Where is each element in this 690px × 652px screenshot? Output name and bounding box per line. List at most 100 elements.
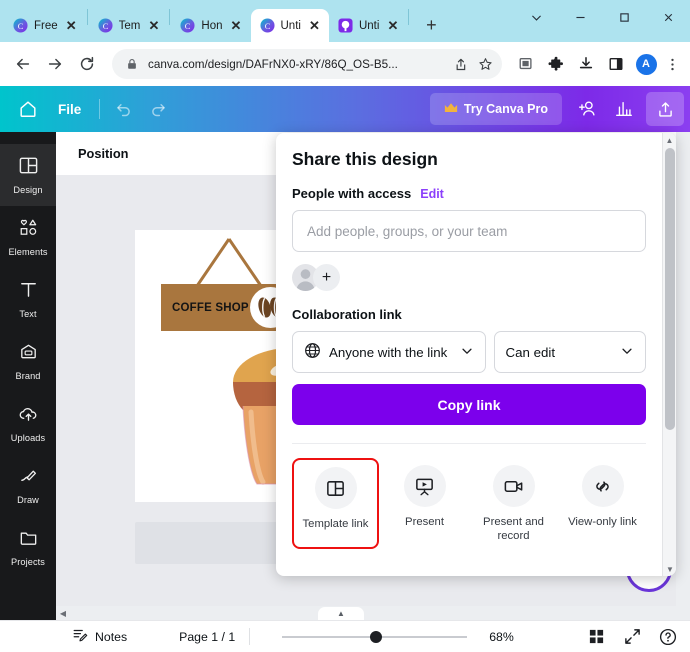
- action-label: Template link: [302, 518, 369, 530]
- avatar[interactable]: A: [632, 50, 660, 78]
- folder-icon: [18, 527, 39, 553]
- view-only-link-action[interactable]: View-only link: [559, 458, 646, 549]
- close-icon[interactable]: ✕: [229, 18, 244, 33]
- copy-link-button[interactable]: Copy link: [292, 384, 646, 425]
- link-access-select[interactable]: Anyone with the link: [292, 331, 486, 373]
- capture-icon[interactable]: [512, 50, 540, 78]
- share-upload-icon[interactable]: [646, 92, 684, 126]
- browser-tab-strip: C Free ✕ C Tem ✕ C Hon ✕ C Unti ✕ Unti ✕…: [0, 0, 690, 42]
- insights-chart-icon[interactable]: [606, 93, 642, 125]
- sidebar-item-projects[interactable]: Projects: [0, 516, 56, 578]
- browser-window: C Free ✕ C Tem ✕ C Hon ✕ C Unti ✕ Unti ✕…: [0, 0, 690, 652]
- template-link-action[interactable]: Template link: [292, 458, 379, 550]
- bottom-right-controls: [586, 627, 678, 647]
- crown-icon: [444, 102, 458, 117]
- left-sidebar: Design Elements Text Brand Uploads Draw …: [0, 132, 56, 620]
- maximize-icon[interactable]: [602, 0, 646, 34]
- fullscreen-icon[interactable]: [622, 627, 642, 647]
- file-menu[interactable]: File: [46, 102, 93, 117]
- zoom-slider[interactable]: [282, 630, 468, 643]
- action-label: Present: [405, 516, 444, 528]
- position-tab[interactable]: Position: [78, 146, 128, 161]
- add-people-input[interactable]: Add people, groups, or your team: [292, 210, 646, 252]
- draw-pen-icon: [18, 465, 39, 491]
- scrollbar-thumb[interactable]: [665, 148, 675, 430]
- close-icon[interactable]: ✕: [146, 18, 161, 33]
- edit-access-link[interactable]: Edit: [420, 187, 444, 201]
- kebab-menu-icon[interactable]: [662, 50, 682, 78]
- panel-collapse-handle[interactable]: ▲: [318, 607, 364, 620]
- design-layout-icon: [18, 155, 39, 181]
- dialog-scrollbar[interactable]: ▲ ▼: [662, 133, 676, 576]
- sidebar-item-brand[interactable]: Brand: [0, 330, 56, 392]
- scroll-down-arrow-icon[interactable]: ▼: [663, 562, 676, 576]
- browser-tab-4-active[interactable]: C Unti ✕: [250, 9, 329, 42]
- link-permission-select[interactable]: Can edit: [493, 331, 646, 373]
- close-icon[interactable]: ✕: [64, 18, 79, 33]
- people-avatars: +: [292, 264, 646, 291]
- lock-icon: [123, 56, 140, 73]
- undo-icon[interactable]: [106, 93, 141, 125]
- notes-button[interactable]: Notes: [72, 627, 127, 646]
- zoom-track[interactable]: [282, 630, 468, 643]
- close-icon[interactable]: ✕: [385, 18, 400, 33]
- sidebar-item-label: Brand: [15, 371, 41, 381]
- browser-tab-2[interactable]: C Tem ✕: [89, 9, 169, 42]
- sidebar-item-label: Design: [13, 185, 43, 195]
- address-bar[interactable]: canva.com/design/DAFrNX0-xRY/86Q_OS-B5..…: [112, 49, 502, 79]
- text-t-icon: [18, 279, 39, 305]
- present-and-record-action[interactable]: Present and record: [470, 458, 557, 549]
- page-indicator[interactable]: Page 1 / 1: [179, 630, 235, 644]
- svg-text:C: C: [185, 21, 191, 31]
- add-person-button[interactable]: +: [313, 264, 340, 291]
- add-person-icon[interactable]: [568, 93, 606, 125]
- scroll-left-arrow-icon[interactable]: ◀: [56, 609, 70, 618]
- reload-icon[interactable]: [72, 49, 102, 79]
- help-icon[interactable]: [658, 627, 678, 647]
- share-dialog: Share this design People with access Edi…: [276, 133, 676, 576]
- sidebar-item-text[interactable]: Text: [0, 268, 56, 330]
- close-icon[interactable]: ✕: [307, 18, 322, 33]
- canva-icon: C: [180, 18, 195, 33]
- scroll-up-arrow-icon[interactable]: ▲: [663, 133, 676, 147]
- browser-tab-1[interactable]: C Free ✕: [4, 9, 86, 42]
- sidebar-item-design[interactable]: Design: [0, 144, 56, 206]
- back-arrow-icon[interactable]: [8, 49, 38, 79]
- new-tab-button[interactable]: +: [418, 12, 444, 38]
- collaboration-link-label: Collaboration link: [292, 307, 402, 322]
- people-with-access-label: People with access: [292, 186, 412, 201]
- header-divider: [99, 99, 101, 119]
- forward-arrow-icon[interactable]: [40, 49, 70, 79]
- share-dialog-title: Share this design: [292, 149, 438, 169]
- tab-search-chevron-down-icon[interactable]: [514, 0, 558, 34]
- redo-icon[interactable]: [141, 93, 176, 125]
- minimize-icon[interactable]: [558, 0, 602, 34]
- sign-rope-icon: [195, 238, 263, 287]
- star-icon[interactable]: [477, 56, 494, 73]
- home-icon[interactable]: [10, 93, 46, 125]
- tab-title: Tem: [118, 19, 141, 32]
- share-actions-row: Template link Present Present and record: [292, 443, 646, 550]
- side-panel-icon[interactable]: [602, 50, 630, 78]
- download-icon[interactable]: [572, 50, 600, 78]
- canva-purple-icon: [338, 18, 353, 33]
- canvas-horizontal-scrollbar[interactable]: ◀: [56, 606, 676, 620]
- browser-tab-5[interactable]: Unti ✕: [329, 9, 407, 42]
- zoom-thumb[interactable]: [370, 630, 383, 643]
- puzzle-icon[interactable]: [542, 50, 570, 78]
- share-icon[interactable]: [452, 56, 469, 73]
- grid-view-icon[interactable]: [586, 627, 606, 647]
- present-action[interactable]: Present: [381, 458, 468, 549]
- try-canva-pro-button[interactable]: Try Canva Pro: [429, 93, 562, 125]
- close-icon[interactable]: [646, 0, 690, 34]
- sidebar-item-draw[interactable]: Draw: [0, 454, 56, 516]
- canvas-vertical-scrollbar[interactable]: [676, 132, 690, 620]
- svg-text:C: C: [264, 21, 270, 31]
- link-access-value: Anyone with the link: [329, 344, 448, 360]
- browser-tab-3[interactable]: C Hon ✕: [171, 9, 250, 42]
- notes-label: Notes: [95, 629, 128, 644]
- sidebar-item-elements[interactable]: Elements: [0, 206, 56, 268]
- browser-toolbar: canva.com/design/DAFrNX0-xRY/86Q_OS-B5..…: [0, 42, 690, 86]
- sidebar-item-uploads[interactable]: Uploads: [0, 392, 56, 454]
- tab-divider: [408, 9, 410, 25]
